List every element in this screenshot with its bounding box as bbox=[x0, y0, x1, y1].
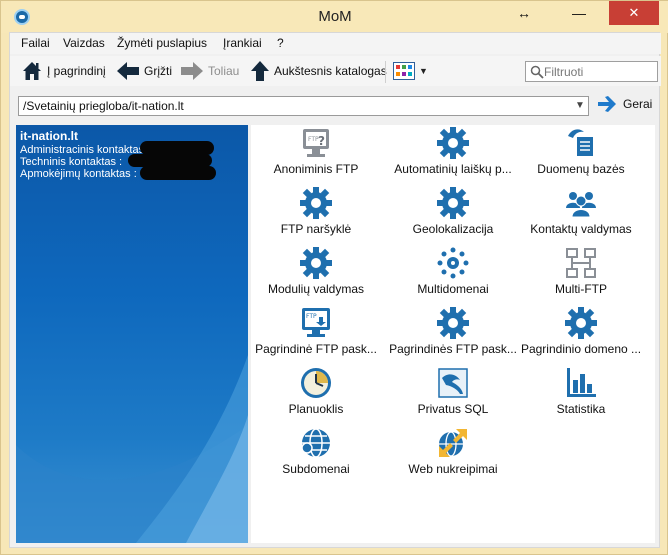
gear-icon bbox=[437, 187, 469, 219]
go-button[interactable]: Gerai bbox=[597, 95, 652, 113]
tool-label: Subdomenai bbox=[282, 462, 350, 476]
close-button[interactable]: ✕ bbox=[609, 1, 659, 25]
tool-label: Web nukreipimai bbox=[408, 462, 498, 476]
tool-label: Statistika bbox=[556, 402, 606, 416]
domain-info-panel: it-nation.lt Administracinis kontaktas :… bbox=[16, 125, 248, 543]
tool-privatus-sql[interactable]: Privatus SQL bbox=[388, 366, 518, 424]
go-label: Gerai bbox=[623, 97, 653, 111]
tool-web-nukreipimai[interactable]: Web nukreipimai bbox=[388, 426, 518, 484]
tool-label: Anoniminis FTP bbox=[273, 162, 359, 176]
tool-label: FTP naršyklė bbox=[280, 222, 352, 236]
billing-contact-label: Apmokėjimų kontaktas : bbox=[20, 168, 137, 180]
tool-kontaktu-valdymas[interactable]: Kontaktų valdymas bbox=[516, 186, 646, 244]
gear-icon bbox=[565, 307, 597, 339]
forward-label: Toliau bbox=[208, 64, 240, 78]
tool-label: Automatinių laiškų p... bbox=[394, 162, 512, 176]
tool-multi-ftp[interactable]: Multi-FTP bbox=[516, 246, 646, 304]
multidomain-icon bbox=[437, 247, 469, 279]
parent-directory-button[interactable]: Aukštesnis katalogas bbox=[250, 56, 387, 86]
contacts-icon bbox=[566, 192, 596, 218]
multi-ftp-icon bbox=[566, 248, 596, 278]
menu-help[interactable]: ? bbox=[277, 36, 284, 50]
up-arrow-icon bbox=[251, 61, 269, 81]
view-grid-icon bbox=[393, 62, 415, 80]
tech-contact-label: Techninis kontaktas : bbox=[20, 156, 123, 168]
redaction-mark bbox=[140, 141, 214, 155]
home-icon bbox=[23, 62, 41, 80]
tool-planuoklis[interactable]: Planuoklis bbox=[251, 366, 381, 424]
tool-subdomenai[interactable]: Subdomenai bbox=[251, 426, 381, 484]
tool-pagrindinio-domeno[interactable]: Pagrindinio domeno ... bbox=[516, 306, 646, 364]
tool-label: Privatus SQL bbox=[417, 402, 489, 416]
tool-automatiniu-laisku[interactable]: Automatinių laiškų p... bbox=[388, 126, 518, 184]
statistics-icon bbox=[567, 368, 596, 397]
tool-ftp-narsykle[interactable]: FTP naršyklė bbox=[251, 186, 381, 244]
chevron-down-icon[interactable]: ▼ bbox=[574, 98, 586, 114]
panel-background-art bbox=[16, 355, 248, 543]
tool-multidomenai[interactable]: Multidomenai bbox=[388, 246, 518, 304]
anonymous-ftp-icon: FTP ? bbox=[303, 129, 329, 157]
tools-grid: FTP ? Anoniminis FTP Automatinių laiškų … bbox=[251, 125, 655, 543]
domain-name: it-nation.lt bbox=[20, 129, 78, 143]
home-button[interactable]: Į pagrindinį bbox=[21, 56, 106, 86]
tool-label: Planuoklis bbox=[288, 402, 344, 416]
web-redirect-icon bbox=[439, 429, 467, 457]
tool-label: Kontaktų valdymas bbox=[530, 222, 632, 236]
redaction-mark bbox=[140, 166, 216, 180]
back-arrow-icon bbox=[117, 62, 139, 80]
client-area: Failai Vaizdas Žymėti puslapius Įrankiai… bbox=[9, 32, 661, 548]
tool-label: Pagrindinė FTP pask... bbox=[255, 342, 377, 356]
toolbar: Į pagrindinį Grįžti Toliau Aukštesnis ka… bbox=[10, 56, 661, 86]
minimize-button[interactable]: — bbox=[567, 1, 591, 25]
forward-button: Toliau bbox=[180, 56, 239, 86]
home-label: Į pagrindinį bbox=[47, 64, 106, 78]
globe-icon bbox=[301, 428, 330, 458]
menu-failai[interactable]: Failai bbox=[21, 36, 50, 50]
tool-duomenu-bazes[interactable]: Duomenų bazės bbox=[516, 126, 646, 184]
app-window: MoM ↔ — ✕ Failai Vaizdas Žymėti puslapiu… bbox=[0, 0, 668, 555]
search-input[interactable] bbox=[544, 64, 652, 79]
gear-icon bbox=[300, 187, 332, 219]
tool-label: Pagrindinės FTP pask... bbox=[389, 342, 517, 356]
tool-pagrindine-ftp-paskyra[interactable]: FTP Pagrindinė FTP pask... bbox=[251, 306, 381, 364]
gear-icon bbox=[437, 127, 469, 159]
menu-irankiai[interactable]: Įrankiai bbox=[223, 36, 262, 50]
go-arrow-icon bbox=[598, 96, 616, 112]
address-bar[interactable]: /Svetainių priegloba/it-nation.lt ▼ bbox=[18, 96, 589, 116]
toolbar-separator bbox=[385, 61, 386, 83]
view-mode-button[interactable]: ▼ bbox=[393, 56, 428, 86]
search-box[interactable] bbox=[525, 61, 658, 82]
tool-label: Geolokalizacija bbox=[412, 222, 494, 236]
back-label: Grįžti bbox=[144, 64, 172, 78]
database-icon bbox=[568, 129, 593, 156]
menu-zymeti-puslapius[interactable]: Žymėti puslapius bbox=[117, 36, 207, 50]
svg-text:?: ? bbox=[318, 134, 325, 148]
gear-icon bbox=[437, 307, 469, 339]
tool-statistika[interactable]: Statistika bbox=[516, 366, 646, 424]
address-path: /Svetainių priegloba/it-nation.lt bbox=[23, 99, 184, 113]
tool-anoniminis-ftp[interactable]: FTP ? Anoniminis FTP bbox=[251, 126, 381, 184]
forward-arrow-icon bbox=[181, 62, 203, 80]
private-sql-icon bbox=[438, 368, 468, 398]
tool-moduliu-valdymas[interactable]: Modulių valdymas bbox=[251, 246, 381, 304]
parent-directory-label: Aukštesnis katalogas bbox=[274, 64, 387, 78]
tool-label: Modulių valdymas bbox=[267, 282, 365, 296]
tool-geolokalizacija[interactable]: Geolokalizacija bbox=[388, 186, 518, 244]
tool-label: Duomenų bazės bbox=[537, 162, 625, 176]
clock-icon bbox=[301, 368, 331, 398]
tool-pagrindines-ftp-paskyros[interactable]: Pagrindinės FTP pask... bbox=[388, 306, 518, 364]
tool-label: Pagrindinio domeno ... bbox=[520, 342, 642, 356]
svg-text:FTP: FTP bbox=[306, 313, 317, 320]
search-icon bbox=[530, 65, 544, 79]
tool-label: Multi-FTP bbox=[555, 282, 607, 296]
menu-vaizdas[interactable]: Vaizdas bbox=[63, 36, 105, 50]
ftp-account-icon: FTP bbox=[302, 308, 330, 337]
tool-label: Multidomenai bbox=[417, 282, 489, 296]
title-bar[interactable]: MoM ↔ — ✕ bbox=[1, 1, 668, 33]
resize-icon[interactable]: ↔ bbox=[512, 1, 536, 25]
back-button[interactable]: Grįžti bbox=[116, 56, 172, 86]
chevron-down-icon: ▼ bbox=[419, 66, 428, 76]
menu-bar: Failai Vaizdas Žymėti puslapius Įrankiai… bbox=[10, 33, 661, 54]
gear-icon bbox=[300, 247, 332, 279]
